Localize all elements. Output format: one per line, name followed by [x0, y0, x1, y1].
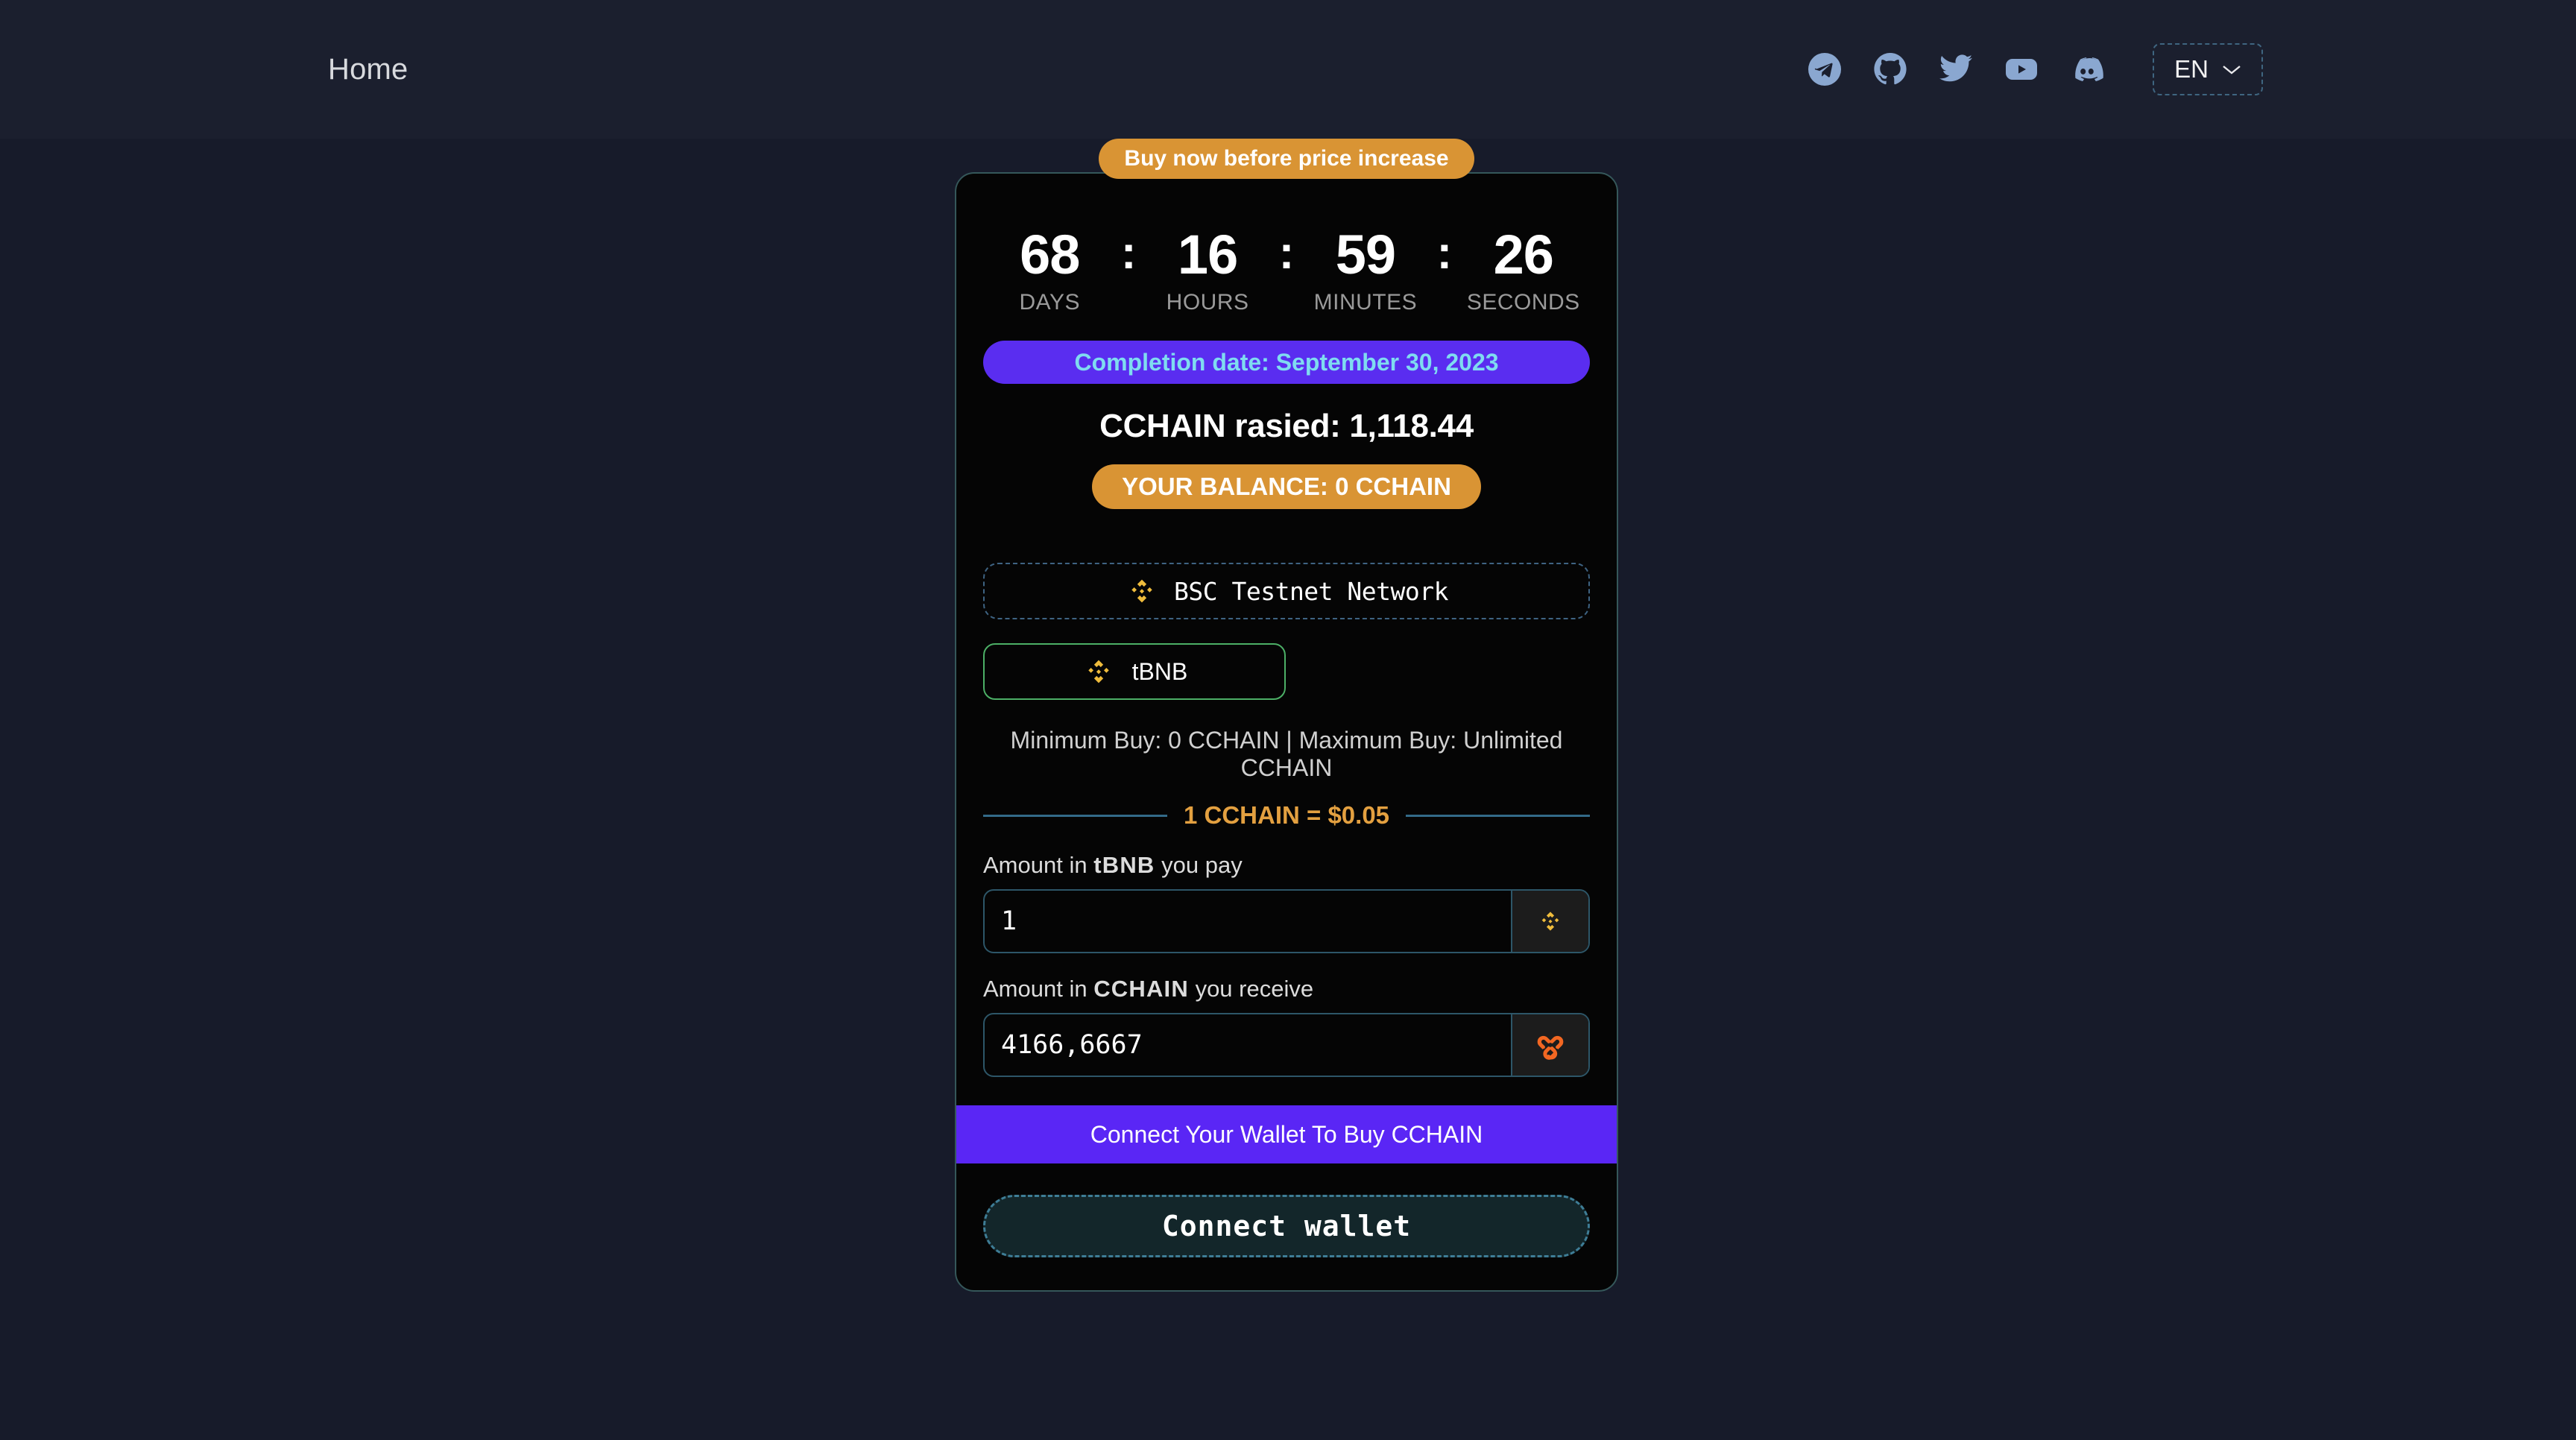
language-selector[interactable]: EN	[2153, 43, 2263, 95]
connect-wallet-prompt[interactable]: Connect Your Wallet To Buy CCHAIN	[956, 1105, 1617, 1163]
network-name: BSC Testnet Network	[1174, 576, 1449, 606]
divider-left	[983, 814, 1167, 817]
countdown-separator: :	[1436, 227, 1453, 279]
language-selector-value: EN	[2174, 55, 2209, 83]
receive-label-prefix: Amount in	[983, 976, 1094, 1002]
connect-wallet-container: Connect wallet	[956, 1163, 1617, 1290]
presale-card: 68 DAYS : 16 HOURS : 59 MINUTES : 26 SEC…	[955, 172, 1618, 1292]
token-option-tbnb[interactable]: tBNB	[983, 643, 1286, 700]
twitter-icon[interactable]	[1936, 50, 1975, 89]
countdown-label-days: DAYS	[1019, 290, 1080, 315]
youtube-icon[interactable]	[2002, 50, 2041, 89]
receive-input-token-adornment	[1511, 1014, 1588, 1076]
receive-label-suffix: you receive	[1188, 976, 1314, 1002]
countdown-unit-days: 68 DAYS	[983, 227, 1116, 315]
buy-limits-text: Minimum Buy: 0 CCHAIN | Maximum Buy: Unl…	[1010, 727, 1563, 781]
balance-container: YOUR BALANCE: 0 CCHAIN	[983, 464, 1590, 509]
network-indicator[interactable]: BSC Testnet Network	[983, 563, 1590, 619]
connect-wallet-button-label: Connect wallet	[1161, 1210, 1412, 1242]
site-header: Home EN	[0, 0, 2576, 139]
total-raised-text: CCHAIN rasied: 1,118.44	[1099, 408, 1474, 444]
pay-input-group	[983, 889, 1590, 953]
connect-wallet-button[interactable]: Connect wallet	[983, 1195, 1590, 1257]
receive-label-token: CCHAIN	[1093, 976, 1189, 1002]
countdown-label-hours: HOURS	[1166, 290, 1249, 315]
github-icon[interactable]	[1871, 50, 1910, 89]
promo-badge-container: Buy now before price increase	[955, 139, 1618, 179]
pay-label-prefix: Amount in	[983, 852, 1094, 878]
cchain-icon	[1532, 1026, 1569, 1064]
receive-amount-input[interactable]	[985, 1014, 1511, 1076]
divider-right	[1406, 814, 1591, 817]
header-actions: EN	[1805, 43, 2263, 95]
pay-field-label: Amount in tBNB you pay	[983, 852, 1590, 879]
user-balance-badge: YOUR BALANCE: 0 CCHAIN	[1092, 464, 1481, 509]
countdown-value-days: 68	[1020, 224, 1080, 285]
countdown-separator: :	[1120, 227, 1137, 279]
binance-icon	[1125, 574, 1159, 608]
token-symbol: tBNB	[1131, 657, 1188, 685]
binance-icon	[1536, 907, 1565, 935]
discord-icon[interactable]	[2068, 50, 2106, 89]
completion-date-banner: Completion date: September 30, 2023	[983, 341, 1590, 384]
countdown-unit-hours: 16 HOURS	[1141, 227, 1274, 315]
nav-item-home[interactable]: Home	[328, 53, 408, 86]
main-stage: Buy now before price increase 68 DAYS : …	[0, 139, 2576, 1440]
pay-label-suffix: you pay	[1155, 852, 1243, 878]
binance-icon	[1082, 654, 1116, 689]
countdown-value-hours: 16	[1177, 224, 1238, 285]
chevron-down-icon	[2222, 64, 2241, 75]
exchange-rate-row: 1 CCHAIN = $0.05	[983, 801, 1591, 830]
telegram-icon[interactable]	[1805, 50, 1844, 89]
connect-wallet-prompt-text: Connect Your Wallet To Buy CCHAIN	[1090, 1120, 1483, 1148]
pay-input-token-adornment	[1511, 891, 1588, 952]
presale-card-body: 68 DAYS : 16 HOURS : 59 MINUTES : 26 SEC…	[956, 174, 1617, 1105]
receive-field-label: Amount in CCHAIN you receive	[983, 976, 1590, 1002]
promo-badge: Buy now before price increase	[1099, 139, 1474, 179]
countdown-label-seconds: SECONDS	[1466, 290, 1580, 315]
token-selector-row: tBNB	[983, 643, 1590, 700]
countdown-separator: :	[1278, 227, 1295, 279]
body-bottom-spacer	[983, 1077, 1590, 1105]
pay-amount-input[interactable]	[985, 891, 1511, 952]
pay-label-token: tBNB	[1093, 852, 1155, 878]
exchange-rate-text: 1 CCHAIN = $0.05	[1183, 801, 1390, 829]
countdown-value-minutes: 59	[1335, 224, 1396, 285]
countdown-unit-minutes: 59 MINUTES	[1299, 227, 1432, 315]
receive-input-group	[983, 1013, 1590, 1077]
completion-date-text: Completion date: September 30, 2023	[1074, 348, 1499, 376]
countdown-unit-seconds: 26 SECONDS	[1457, 227, 1590, 315]
countdown-value-seconds: 26	[1493, 224, 1554, 285]
countdown-timer: 68 DAYS : 16 HOURS : 59 MINUTES : 26 SEC…	[983, 174, 1590, 315]
countdown-label-minutes: MINUTES	[1313, 290, 1418, 315]
